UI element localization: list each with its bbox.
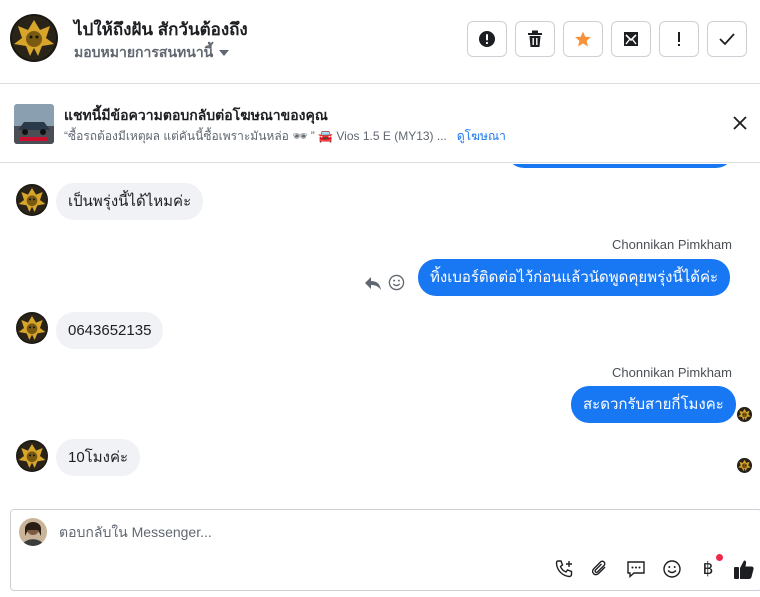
conversation-header: ไปให้ถึงฝัน สักวันต้องถึง มอบหมายการสนทน… xyxy=(0,0,760,84)
react-emoji-icon[interactable] xyxy=(388,274,405,291)
outgoing-message-bubble[interactable]: สะดวกรับสายกี่โมงคะ xyxy=(571,386,736,423)
contact-avatar-small[interactable] xyxy=(16,184,48,216)
call-add-icon xyxy=(555,560,573,578)
saved-reply-icon xyxy=(627,561,645,579)
star-icon xyxy=(575,31,591,47)
view-ad-link[interactable]: ดูโฆษณา xyxy=(457,127,506,146)
outgoing-message-bubble[interactable]: ทิ้งเบอร์ติดต่อไว้ก่อนแล้วนัดพูดคุยพรุ่ง… xyxy=(418,259,731,296)
reply-icon[interactable] xyxy=(364,275,382,291)
sender-name: Chonnikan Pimkham xyxy=(612,365,732,380)
outgoing-message-bubble[interactable] xyxy=(506,164,734,168)
saved-replies-button[interactable] xyxy=(625,558,647,580)
star-button[interactable] xyxy=(563,21,603,57)
attach-file-button[interactable] xyxy=(589,558,611,580)
ad-quote: “ซื้อรถต้องมีเหตุผล แต่คันนี้ซื้อเพราะมั… xyxy=(64,129,447,143)
seen-receipt-avatar xyxy=(737,458,752,473)
composer-tools: ฿ xyxy=(553,554,755,580)
contact-avatar-small[interactable] xyxy=(16,312,48,344)
assign-conversation-dropdown[interactable]: มอบหมายการสนทนานี้ xyxy=(74,42,230,64)
reply-input[interactable] xyxy=(59,524,559,540)
trash-icon xyxy=(528,30,542,47)
thumbs-up-button[interactable] xyxy=(733,558,755,580)
contact-avatar[interactable] xyxy=(10,14,58,62)
baht-icon: ฿ xyxy=(702,559,714,578)
notification-dot xyxy=(716,554,723,561)
incoming-message-bubble[interactable]: 10โมงค่ะ xyxy=(56,439,141,476)
message-thread[interactable]: เป็นพรุ่งนี้ได้ไหมค่ะ Chonnikan Pimkham … xyxy=(0,164,760,508)
ad-banner-title: แชทนี้มีข้อความตอบกลับต่อโฆษณาของคุณ xyxy=(64,107,328,123)
ad-banner-subtitle: “ซื้อรถต้องมีเหตุผล แต่คันนี้ซื้อเพราะมั… xyxy=(64,127,506,146)
ad-thumbnail[interactable] xyxy=(14,104,54,144)
caret-down-icon xyxy=(219,50,230,56)
emoji-icon xyxy=(663,560,681,578)
header-actions xyxy=(467,21,747,57)
exclamation-icon xyxy=(678,32,680,46)
page-user-avatar xyxy=(19,518,47,546)
close-banner-button[interactable] xyxy=(730,113,750,133)
emoji-button[interactable] xyxy=(661,558,683,580)
payment-button[interactable]: ฿ xyxy=(697,554,723,580)
close-icon xyxy=(733,116,747,130)
alert-circle-icon xyxy=(479,31,495,47)
envelope-icon xyxy=(624,32,638,46)
check-icon xyxy=(719,33,735,46)
paperclip-icon xyxy=(591,560,606,576)
sender-name: Chonnikan Pimkham xyxy=(612,237,732,252)
contact-name[interactable]: ไปให้ถึงฝัน สักวันต้องถึง xyxy=(74,16,248,43)
mark-unread-button[interactable] xyxy=(611,21,651,57)
delete-button[interactable] xyxy=(515,21,555,57)
ad-reply-banner: แชทนี้มีข้อความตอบกลับต่อโฆษณาของคุณ “ซื… xyxy=(0,85,760,163)
contact-avatar-small[interactable] xyxy=(16,440,48,472)
message-hover-tools xyxy=(364,274,405,291)
thumbs-up-icon xyxy=(734,560,754,579)
report-spam-button[interactable] xyxy=(467,21,507,57)
assign-label: มอบหมายการสนทนานี้ xyxy=(74,44,214,60)
follow-up-button[interactable] xyxy=(659,21,699,57)
incoming-message-bubble[interactable]: เป็นพรุ่งนี้ได้ไหมค่ะ xyxy=(56,183,204,220)
call-add-button[interactable] xyxy=(553,558,575,580)
incoming-message-bubble[interactable]: 0643652135 xyxy=(56,312,164,349)
seen-receipt-avatar xyxy=(737,407,752,422)
mark-done-button[interactable] xyxy=(707,21,747,57)
reply-composer: ฿ xyxy=(10,509,760,591)
